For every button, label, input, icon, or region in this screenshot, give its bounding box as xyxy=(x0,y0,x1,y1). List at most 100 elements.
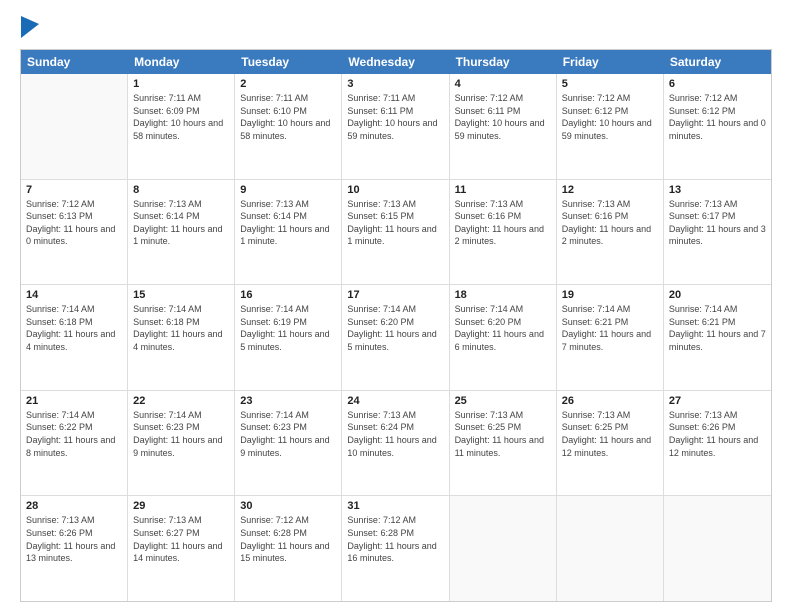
day-number: 9 xyxy=(240,184,336,196)
calendar-cell: 13 Sunrise: 7:13 AM Sunset: 6:17 PM Dayli… xyxy=(664,180,771,285)
header-cell-sunday: Sunday xyxy=(21,50,128,74)
cell-info: Sunrise: 7:14 AM Sunset: 6:23 PM Dayligh… xyxy=(133,409,229,459)
cell-info: Sunrise: 7:13 AM Sunset: 6:26 PM Dayligh… xyxy=(26,514,122,564)
cell-info: Sunrise: 7:11 AM Sunset: 6:11 PM Dayligh… xyxy=(347,92,443,142)
day-number: 14 xyxy=(26,289,122,301)
calendar-cell: 7 Sunrise: 7:12 AM Sunset: 6:13 PM Daylig… xyxy=(21,180,128,285)
calendar-cell: 24 Sunrise: 7:13 AM Sunset: 6:24 PM Dayli… xyxy=(342,391,449,496)
calendar-header-row: SundayMondayTuesdayWednesdayThursdayFrid… xyxy=(21,50,771,74)
day-number: 13 xyxy=(669,184,766,196)
calendar-cell: 18 Sunrise: 7:14 AM Sunset: 6:20 PM Dayli… xyxy=(450,285,557,390)
calendar-cell: 2Sunrise: 7:11 AM Sunset: 6:10 PM Daylig… xyxy=(235,74,342,179)
calendar-row-3: 14 Sunrise: 7:14 AM Sunset: 6:18 PM Dayli… xyxy=(21,285,771,391)
day-number: 3 xyxy=(347,78,443,90)
calendar-cell: 8Sunrise: 7:13 AM Sunset: 6:14 PM Daylig… xyxy=(128,180,235,285)
calendar-row-1: 1 Sunrise: 7:11 AM Sunset: 6:09 PM Daylig… xyxy=(21,74,771,180)
day-number: 24 xyxy=(347,395,443,407)
calendar-cell: 20 Sunrise: 7:14 AM Sunset: 6:21 PM Dayli… xyxy=(664,285,771,390)
day-number: 26 xyxy=(562,395,658,407)
cell-info: Sunrise: 7:14 AM Sunset: 6:19 PM Dayligh… xyxy=(240,303,336,353)
calendar-cell: 14 Sunrise: 7:14 AM Sunset: 6:18 PM Dayli… xyxy=(21,285,128,390)
cell-info: Sunrise: 7:13 AM Sunset: 6:15 PM Dayligh… xyxy=(347,198,443,248)
calendar-cell: 30Sunrise: 7:12 AM Sunset: 6:28 PM Dayli… xyxy=(235,496,342,601)
calendar-cell xyxy=(557,496,664,601)
calendar-cell: 10Sunrise: 7:13 AM Sunset: 6:15 PM Dayli… xyxy=(342,180,449,285)
header-cell-friday: Friday xyxy=(557,50,664,74)
calendar-cell: 12 Sunrise: 7:13 AM Sunset: 6:16 PM Dayli… xyxy=(557,180,664,285)
cell-info: Sunrise: 7:12 AM Sunset: 6:12 PM Dayligh… xyxy=(669,92,766,142)
calendar-cell xyxy=(664,496,771,601)
day-number: 2 xyxy=(240,78,336,90)
day-number: 30 xyxy=(240,500,336,512)
cell-info: Sunrise: 7:14 AM Sunset: 6:18 PM Dayligh… xyxy=(133,303,229,353)
cell-info: Sunrise: 7:13 AM Sunset: 6:17 PM Dayligh… xyxy=(669,198,766,248)
cell-info: Sunrise: 7:14 AM Sunset: 6:18 PM Dayligh… xyxy=(26,303,122,353)
day-number: 11 xyxy=(455,184,551,196)
day-number: 18 xyxy=(455,289,551,301)
day-number: 15 xyxy=(133,289,229,301)
day-number: 23 xyxy=(240,395,336,407)
page: SundayMondayTuesdayWednesdayThursdayFrid… xyxy=(0,0,792,612)
calendar-cell: 17Sunrise: 7:14 AM Sunset: 6:20 PM Dayli… xyxy=(342,285,449,390)
header-cell-tuesday: Tuesday xyxy=(235,50,342,74)
calendar-cell: 16 Sunrise: 7:14 AM Sunset: 6:19 PM Dayli… xyxy=(235,285,342,390)
cell-info: Sunrise: 7:14 AM Sunset: 6:20 PM Dayligh… xyxy=(455,303,551,353)
calendar-cell: 22 Sunrise: 7:14 AM Sunset: 6:23 PM Dayli… xyxy=(128,391,235,496)
cell-info: Sunrise: 7:13 AM Sunset: 6:14 PM Dayligh… xyxy=(240,198,336,248)
calendar: SundayMondayTuesdayWednesdayThursdayFrid… xyxy=(20,49,772,602)
day-number: 5 xyxy=(562,78,658,90)
cell-info: Sunrise: 7:14 AM Sunset: 6:22 PM Dayligh… xyxy=(26,409,122,459)
day-number: 22 xyxy=(133,395,229,407)
day-number: 12 xyxy=(562,184,658,196)
logo-icon xyxy=(21,16,39,38)
cell-info: Sunrise: 7:13 AM Sunset: 6:26 PM Dayligh… xyxy=(669,409,766,459)
logo xyxy=(20,16,39,39)
cell-info: Sunrise: 7:13 AM Sunset: 6:27 PM Dayligh… xyxy=(133,514,229,564)
calendar-cell: 19 Sunrise: 7:14 AM Sunset: 6:21 PM Dayli… xyxy=(557,285,664,390)
calendar-cell: 31 Sunrise: 7:12 AM Sunset: 6:28 PM Dayli… xyxy=(342,496,449,601)
calendar-cell: 3 Sunrise: 7:11 AM Sunset: 6:11 PM Daylig… xyxy=(342,74,449,179)
calendar-cell: 25Sunrise: 7:13 AM Sunset: 6:25 PM Dayli… xyxy=(450,391,557,496)
cell-info: Sunrise: 7:13 AM Sunset: 6:25 PM Dayligh… xyxy=(562,409,658,459)
calendar-cell xyxy=(450,496,557,601)
calendar-cell: 5Sunrise: 7:12 AM Sunset: 6:12 PM Daylig… xyxy=(557,74,664,179)
calendar-cell: 6 Sunrise: 7:12 AM Sunset: 6:12 PM Daylig… xyxy=(664,74,771,179)
cell-info: Sunrise: 7:14 AM Sunset: 6:21 PM Dayligh… xyxy=(669,303,766,353)
day-number: 4 xyxy=(455,78,551,90)
header-cell-thursday: Thursday xyxy=(450,50,557,74)
calendar-cell: 15 Sunrise: 7:14 AM Sunset: 6:18 PM Dayli… xyxy=(128,285,235,390)
day-number: 31 xyxy=(347,500,443,512)
header-cell-monday: Monday xyxy=(128,50,235,74)
cell-info: Sunrise: 7:13 AM Sunset: 6:24 PM Dayligh… xyxy=(347,409,443,459)
day-number: 7 xyxy=(26,184,122,196)
cell-info: Sunrise: 7:14 AM Sunset: 6:21 PM Dayligh… xyxy=(562,303,658,353)
calendar-cell xyxy=(21,74,128,179)
calendar-cell: 29 Sunrise: 7:13 AM Sunset: 6:27 PM Dayli… xyxy=(128,496,235,601)
day-number: 17 xyxy=(347,289,443,301)
day-number: 25 xyxy=(455,395,551,407)
day-number: 20 xyxy=(669,289,766,301)
day-number: 6 xyxy=(669,78,766,90)
calendar-cell: 1 Sunrise: 7:11 AM Sunset: 6:09 PM Daylig… xyxy=(128,74,235,179)
calendar-cell: 26 Sunrise: 7:13 AM Sunset: 6:25 PM Dayli… xyxy=(557,391,664,496)
cell-info: Sunrise: 7:13 AM Sunset: 6:16 PM Dayligh… xyxy=(562,198,658,248)
day-number: 21 xyxy=(26,395,122,407)
day-number: 1 xyxy=(133,78,229,90)
day-number: 8 xyxy=(133,184,229,196)
calendar-row-5: 28 Sunrise: 7:13 AM Sunset: 6:26 PM Dayli… xyxy=(21,496,771,601)
cell-info: Sunrise: 7:11 AM Sunset: 6:09 PM Dayligh… xyxy=(133,92,229,142)
header-cell-saturday: Saturday xyxy=(664,50,771,74)
calendar-body: 1 Sunrise: 7:11 AM Sunset: 6:09 PM Daylig… xyxy=(21,74,771,601)
day-number: 29 xyxy=(133,500,229,512)
calendar-cell: 23 Sunrise: 7:14 AM Sunset: 6:23 PM Dayli… xyxy=(235,391,342,496)
day-number: 16 xyxy=(240,289,336,301)
cell-info: Sunrise: 7:12 AM Sunset: 6:28 PM Dayligh… xyxy=(347,514,443,564)
calendar-cell: 27 Sunrise: 7:13 AM Sunset: 6:26 PM Dayli… xyxy=(664,391,771,496)
calendar-cell: 21 Sunrise: 7:14 AM Sunset: 6:22 PM Dayli… xyxy=(21,391,128,496)
cell-info: Sunrise: 7:12 AM Sunset: 6:13 PM Dayligh… xyxy=(26,198,122,248)
day-number: 28 xyxy=(26,500,122,512)
day-number: 27 xyxy=(669,395,766,407)
cell-info: Sunrise: 7:14 AM Sunset: 6:23 PM Dayligh… xyxy=(240,409,336,459)
day-number: 19 xyxy=(562,289,658,301)
calendar-row-2: 7 Sunrise: 7:12 AM Sunset: 6:13 PM Daylig… xyxy=(21,180,771,286)
